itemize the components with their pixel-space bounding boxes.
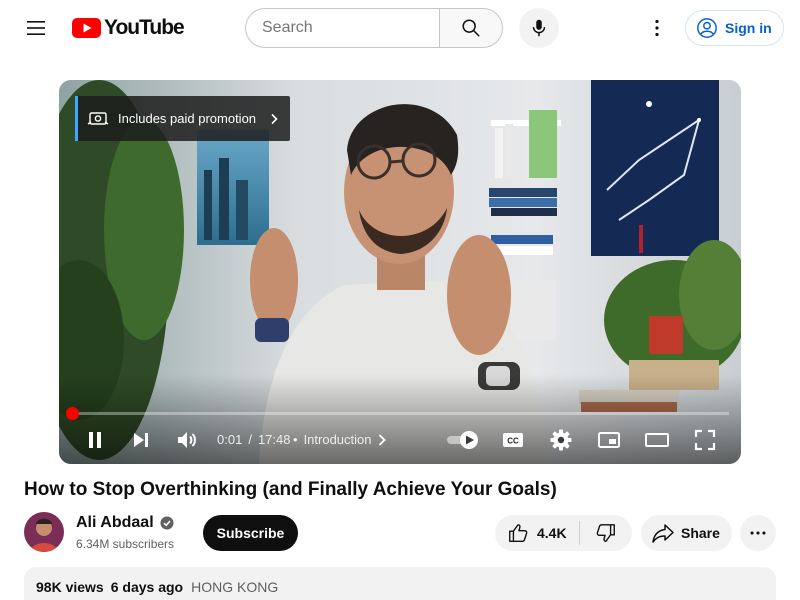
channel-avatar[interactable] xyxy=(24,512,64,552)
sign-in-button[interactable]: Sign in xyxy=(685,10,784,46)
settings-gear-icon xyxy=(550,429,572,451)
search-icon xyxy=(462,19,480,37)
next-icon xyxy=(134,433,148,447)
miniplayer-button[interactable] xyxy=(593,424,625,456)
progress-bar[interactable] xyxy=(65,407,729,420)
pause-icon xyxy=(89,432,101,448)
verified-badge-icon xyxy=(160,516,174,530)
controls-gradient xyxy=(59,374,741,464)
settings-button[interactable] xyxy=(545,424,577,456)
youtube-logo-icon xyxy=(72,18,101,38)
sign-in-label: Sign in xyxy=(725,20,772,36)
settings-more-button[interactable] xyxy=(637,8,677,48)
theater-mode-icon xyxy=(645,433,669,447)
subtitles-button[interactable]: CC xyxy=(497,424,529,456)
volume-icon xyxy=(178,432,196,448)
voice-search-button[interactable] xyxy=(519,8,559,48)
paid-promotion-banner[interactable]: Includes paid promotion xyxy=(75,96,290,141)
duration: 17:48 xyxy=(257,432,291,447)
youtube-logo[interactable]: YouTube xyxy=(72,16,185,40)
channel-name-link[interactable]: Ali Abdaal xyxy=(76,514,174,532)
search-button[interactable] xyxy=(439,8,503,48)
more-horiz-icon xyxy=(750,531,766,535)
video-title: How to Stop Overthinking (and Finally Ac… xyxy=(24,479,557,500)
video-player[interactable]: Includes paid promotion 0:01 / 17:48 • I… xyxy=(59,80,741,464)
subscriber-count: 6.34M subscribers xyxy=(76,537,175,551)
share-label: Share xyxy=(681,525,720,541)
share-button[interactable]: Share xyxy=(641,515,732,551)
like-button[interactable]: 4.4K xyxy=(495,515,579,551)
view-count: 98K views xyxy=(36,579,104,595)
chapter-title: Introduction xyxy=(303,432,372,447)
guide-menu-button[interactable] xyxy=(16,8,56,48)
autoplay-toggle[interactable] xyxy=(443,424,483,456)
svg-text:CC: CC xyxy=(507,437,519,446)
share-arrow-icon xyxy=(652,524,674,543)
location-tag[interactable]: HONG KONG xyxy=(191,579,278,595)
chapter-button[interactable]: • Introduction xyxy=(293,432,388,447)
account-circle-icon xyxy=(697,18,717,38)
next-video-button[interactable] xyxy=(125,424,157,456)
fullscreen-icon xyxy=(694,429,716,451)
miniplayer-icon xyxy=(598,432,620,448)
video-meta: 98K views 6 days ago HONG KONG xyxy=(36,579,764,595)
description-box[interactable]: 98K views 6 days ago HONG KONG xyxy=(24,567,776,600)
hamburger-menu-icon xyxy=(27,21,45,35)
scrubber-handle[interactable] xyxy=(65,407,79,420)
microphone-icon xyxy=(532,19,546,37)
dislike-button[interactable] xyxy=(580,515,632,551)
mute-button[interactable] xyxy=(171,424,203,456)
masthead: YouTube Sign in xyxy=(0,0,800,56)
time-separator: / xyxy=(248,432,252,447)
like-count: 4.4K xyxy=(537,525,567,541)
chevron-right-icon xyxy=(271,113,278,124)
more-actions-button[interactable] xyxy=(740,515,776,551)
more-vert-icon xyxy=(655,19,659,37)
paid-promotion-icon xyxy=(87,111,109,125)
search-input[interactable] xyxy=(262,19,432,37)
time-display: 0:01 / 17:48 xyxy=(217,432,290,447)
autoplay-toggle-icon xyxy=(447,431,478,449)
fullscreen-button[interactable] xyxy=(689,424,721,456)
subtitles-icon: CC xyxy=(503,433,523,447)
channel-name: Ali Abdaal xyxy=(76,514,154,531)
chevron-right-icon xyxy=(378,433,386,446)
logo-wordmark: YouTube xyxy=(104,16,185,39)
avatar xyxy=(24,512,64,552)
thumbs-down-icon xyxy=(596,524,615,542)
upload-age: 6 days ago xyxy=(110,579,184,595)
search-box[interactable] xyxy=(245,8,440,48)
thumbs-up-icon xyxy=(509,524,528,542)
theater-mode-button[interactable] xyxy=(641,424,673,456)
current-time: 0:01 xyxy=(217,432,243,447)
pause-button[interactable] xyxy=(79,424,111,456)
like-dislike-group: 4.4K xyxy=(495,515,632,551)
paid-promotion-label: Includes paid promotion xyxy=(118,111,257,126)
subscribe-button[interactable]: Subscribe xyxy=(203,515,298,551)
